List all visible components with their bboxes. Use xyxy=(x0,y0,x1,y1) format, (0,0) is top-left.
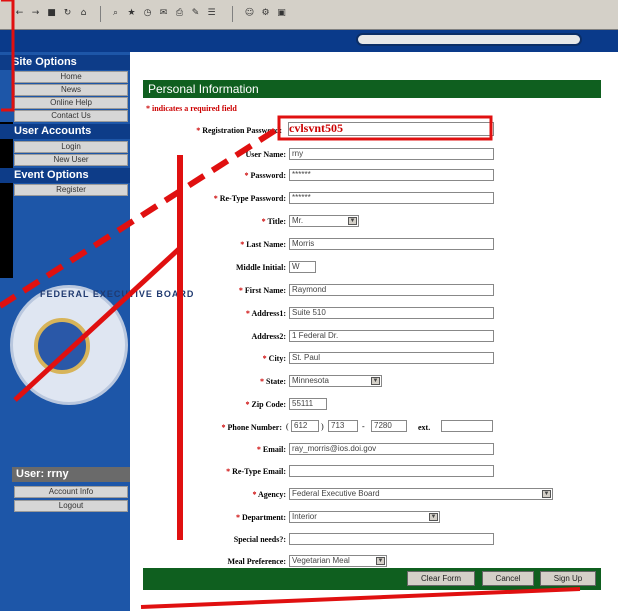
retype-email-field[interactable] xyxy=(289,465,494,477)
sidebar-item-logout[interactable]: Logout xyxy=(14,500,128,512)
title-label: * Title: xyxy=(261,217,286,226)
special-needs-label: Special needs?: xyxy=(233,535,286,544)
phone-line-field[interactable]: 7280 xyxy=(371,420,407,432)
chevron-down-icon: ▼ xyxy=(371,377,380,385)
user-accounts-header: User Accounts xyxy=(0,124,130,139)
middle-initial-field[interactable]: W xyxy=(289,261,316,273)
sidebar-item-news[interactable]: News xyxy=(14,84,128,96)
forward-icon[interactable]: → xyxy=(30,8,41,19)
user-name-label: * User Name: xyxy=(239,150,286,159)
toolbar-divider xyxy=(100,6,101,22)
agency-select[interactable]: Federal Executive Board ▼ xyxy=(289,488,553,500)
sidebar-item-account-info[interactable]: Account Info xyxy=(14,486,128,498)
window-icon[interactable]: ▣ xyxy=(276,8,287,19)
phone-paren-open: ( xyxy=(286,422,289,431)
history-icon[interactable]: ◷ xyxy=(142,8,153,19)
phone-ext-field[interactable] xyxy=(441,420,493,432)
password-label: * Password: xyxy=(244,171,286,180)
form-title: Personal Information xyxy=(143,80,601,98)
cancel-button[interactable]: Cancel xyxy=(482,571,534,586)
first-name-field[interactable]: Raymond xyxy=(289,284,494,296)
sidebar-item-home[interactable]: Home xyxy=(14,71,128,83)
toolbar-divider xyxy=(232,6,233,22)
sign-up-button[interactable]: Sign Up xyxy=(540,571,596,586)
state-select[interactable]: Minnesota ▼ xyxy=(289,375,382,387)
user-header: User: rrny xyxy=(12,467,130,482)
tools-icon[interactable]: ⚙ xyxy=(260,8,271,19)
chevron-down-icon: ▼ xyxy=(376,557,385,565)
special-needs-field[interactable] xyxy=(289,533,494,545)
refresh-icon[interactable]: ↻ xyxy=(62,8,73,19)
zip-code-label: * Zip Code: xyxy=(245,400,286,409)
phone-dash: - xyxy=(362,422,365,431)
chevron-down-icon: ▼ xyxy=(348,217,357,225)
eagle-emblem-icon xyxy=(34,318,90,374)
registration-password-value: cvlsvnt505 xyxy=(289,121,343,135)
address2-label: Address2: xyxy=(251,332,286,341)
sidebar-item-contact-us[interactable]: Contact Us xyxy=(14,110,128,122)
tool-icons: ⌕ ★ ◷ ✉ ⎙ ✎ ☰ xyxy=(110,8,217,19)
user-name-field[interactable]: rny xyxy=(289,148,494,160)
search-icon[interactable]: ⌕ xyxy=(110,8,121,19)
sidebar-item-new-user[interactable]: New User xyxy=(14,154,128,166)
back-icon[interactable]: ← xyxy=(14,8,25,19)
messenger-icon[interactable]: ☺ xyxy=(244,8,255,19)
meal-preference-select[interactable]: Vegetarian Meal ▼ xyxy=(289,555,387,567)
discuss-icon[interactable]: ☰ xyxy=(206,8,217,19)
phone-prefix-field[interactable]: 713 xyxy=(328,420,358,432)
phone-area-field[interactable]: 612 xyxy=(291,420,319,432)
event-options-header: Event Options xyxy=(0,168,130,183)
email-label: * Email: xyxy=(256,445,286,454)
email-field[interactable]: ray_morris@ios.doi.gov xyxy=(289,443,494,455)
meal-preference-label: Meal Preference: xyxy=(227,557,286,566)
favorites-icon[interactable]: ★ xyxy=(126,8,137,19)
retype-password-field[interactable]: ****** xyxy=(289,192,494,204)
agency-label: * Agency: xyxy=(252,490,286,499)
state-label: * State: xyxy=(260,377,286,386)
sidebar-item-register[interactable]: Register xyxy=(14,184,128,196)
seal-text: FEDERAL EXECUTIVE BOARD xyxy=(40,289,195,299)
extra-icons: ☺ ⚙ ▣ xyxy=(244,8,287,19)
annotation-bottom-line xyxy=(140,587,581,609)
registration-password-label: * Registration Password: xyxy=(196,126,282,135)
city-field[interactable]: St. Paul xyxy=(289,352,494,364)
mail-icon[interactable]: ✉ xyxy=(158,8,169,19)
edit-icon[interactable]: ✎ xyxy=(190,8,201,19)
last-name-label: * Last Name: xyxy=(240,240,286,249)
stop-icon[interactable]: ■ xyxy=(46,8,57,19)
department-select[interactable]: Interior ▼ xyxy=(289,511,440,523)
annotation-block xyxy=(0,122,13,278)
password-field[interactable]: ****** xyxy=(289,169,494,181)
clear-form-button[interactable]: Clear Form xyxy=(407,571,475,586)
required-note: * indicates a required field xyxy=(146,104,237,113)
middle-initial-label: Middle Initial: xyxy=(235,263,286,272)
retype-password-label: * Re-Type Password: xyxy=(213,194,286,203)
address2-field[interactable]: 1 Federal Dr. xyxy=(289,330,494,342)
print-icon[interactable]: ⎙ xyxy=(174,8,185,19)
last-name-field[interactable]: Morris xyxy=(289,238,494,250)
sidebar-item-login[interactable]: Login xyxy=(14,141,128,153)
retype-email-label: * Re-Type Email: xyxy=(226,467,286,476)
address1-field[interactable]: Suite 510 xyxy=(289,307,494,319)
first-name-label: * First Name: xyxy=(238,286,286,295)
nav-icons: ← → ■ ↻ ⌂ xyxy=(14,8,89,19)
phone-ext-label: ext. xyxy=(418,423,431,432)
zip-code-field[interactable]: 55111 xyxy=(289,398,327,410)
sidebar-item-online-help[interactable]: Online Help xyxy=(14,97,128,109)
home-icon[interactable]: ⌂ xyxy=(78,8,89,19)
chevron-down-icon: ▼ xyxy=(542,490,551,498)
phone-paren-close: ) xyxy=(321,422,324,431)
site-header-banner xyxy=(356,33,582,46)
city-label: * City: xyxy=(262,354,286,363)
address1-label: * Address1: xyxy=(245,309,286,318)
chevron-down-icon: ▼ xyxy=(429,513,438,521)
phone-number-label: * Phone Number: xyxy=(221,423,282,432)
department-label: * Department: xyxy=(236,513,286,522)
browser-toolbar: ← → ■ ↻ ⌂ ⌕ ★ ◷ ✉ ⎙ ✎ ☰ ☺ ⚙ ▣ xyxy=(0,0,618,30)
site-options-header: Site Options xyxy=(0,55,130,70)
title-select[interactable]: Mr. ▼ xyxy=(289,215,359,227)
